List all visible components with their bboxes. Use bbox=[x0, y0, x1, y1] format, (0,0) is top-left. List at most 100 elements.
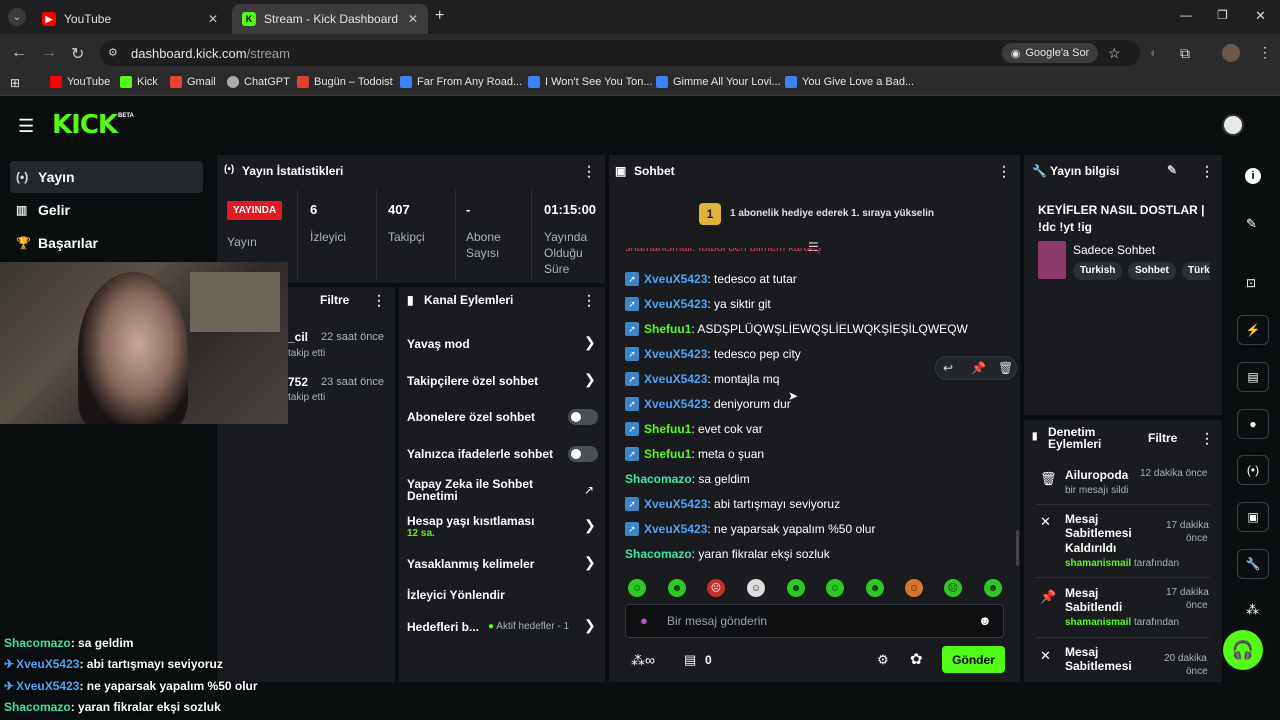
chat-username[interactable]: Shefuu1 bbox=[644, 422, 691, 436]
mod-item-by-user[interactable]: shamanismail bbox=[1065, 558, 1131, 569]
chat-message[interactable]: ➚ Shefuu1: meta o şuan bbox=[625, 445, 764, 463]
microphone-icon[interactable]: ● bbox=[640, 613, 648, 628]
bookmark-todoist[interactable]: Bugün – Todoist bbox=[297, 76, 393, 88]
chat-message[interactable]: ➚ XveuX5423: deniyorum dur bbox=[625, 395, 791, 413]
activity-menu-icon[interactable]: ⋮ bbox=[372, 292, 386, 309]
chat-message[interactable]: ➚ XveuX5423: tedesco at tutar bbox=[625, 270, 797, 288]
maximize-icon[interactable]: ❐ bbox=[1217, 8, 1228, 22]
edit-icon[interactable]: ✎ bbox=[1167, 163, 1177, 177]
chat-message[interactable]: ➚ XveuX5423: abi tartışmayı seviyoruz bbox=[625, 495, 840, 513]
bookmark-gmail[interactable]: Gmail bbox=[170, 76, 216, 88]
emote-only-toggle[interactable] bbox=[568, 446, 598, 462]
stats-menu-icon[interactable]: ⋮ bbox=[582, 163, 596, 180]
chat-message[interactable]: ➚ XveuX5423: tedesco pep city bbox=[625, 345, 801, 363]
extensions-puzzle-icon[interactable]: ⧉ bbox=[1180, 45, 1190, 62]
ai-moderation-row[interactable]: Yapay Zeka ile Sohbet Denetimi bbox=[407, 478, 557, 502]
pin-icon[interactable]: 📌 bbox=[971, 361, 986, 375]
chat-message[interactable]: ➚ Shefuu1: ASDŞPLÜQWŞLİEWQŞLİELWQKŞİEŞİLQ… bbox=[625, 320, 968, 338]
chest-icon[interactable]: ▤ bbox=[684, 652, 696, 668]
edit-icon[interactable]: ✎ bbox=[1246, 216, 1257, 232]
tag-pill[interactable]: Türk bbox=[1182, 262, 1210, 280]
chat-username[interactable]: XveuX5423 bbox=[644, 347, 707, 361]
activity-filter-button[interactable]: Filtre bbox=[320, 293, 349, 307]
external-link-icon[interactable]: ↗ bbox=[584, 483, 594, 497]
emote-icon[interactable]: ☺ bbox=[628, 579, 646, 597]
tag-pill[interactable]: Turkish bbox=[1073, 262, 1123, 280]
support-headset-button[interactable]: 🎧 bbox=[1223, 630, 1263, 670]
chat-username[interactable]: XveuX5423 bbox=[644, 497, 707, 511]
bookmark-song-1[interactable]: Far From Any Road... bbox=[400, 76, 522, 88]
followers-only-row[interactable]: Takipçilere özel sohbet bbox=[407, 374, 538, 388]
mod-filter-button[interactable]: Filtre bbox=[1148, 431, 1177, 445]
emote-icon[interactable]: ☻ bbox=[668, 579, 686, 597]
chat-username[interactable]: XveuX5423 bbox=[644, 522, 707, 536]
mod-item-by-user[interactable]: shamanismail bbox=[1065, 617, 1131, 628]
emoji-picker-icon[interactable]: ☻ bbox=[978, 613, 992, 628]
activity-user[interactable]: _cil bbox=[288, 330, 308, 344]
chat-username[interactable]: Shacomazo bbox=[625, 547, 692, 561]
apps-grid-icon[interactable]: ⊞ bbox=[10, 76, 20, 90]
chat-settings-icon[interactable]: ⚙ bbox=[877, 652, 889, 668]
site-info-icon[interactable]: ⚙ bbox=[108, 46, 118, 59]
infinity-points-icon[interactable]: ⁂∞ bbox=[631, 652, 655, 669]
profile-avatar[interactable] bbox=[1222, 44, 1240, 62]
kick-logo[interactable]: KICK bbox=[52, 110, 118, 140]
emote-icon[interactable]: ☺ bbox=[826, 579, 844, 597]
stream-info-menu-icon[interactable]: ⋮ bbox=[1200, 163, 1214, 180]
sidebar-item-gelir[interactable]: ▥ Gelir bbox=[10, 194, 203, 226]
ask-google-button[interactable]: ◉ Google'a Sor bbox=[1002, 43, 1098, 63]
screenshot-icon[interactable]: ⊡ bbox=[1246, 276, 1256, 290]
category-name[interactable]: Sadece Sohbet bbox=[1073, 243, 1155, 257]
activity-user[interactable]: 752 bbox=[288, 375, 308, 389]
chevron-right-icon[interactable]: ❯ bbox=[584, 517, 596, 534]
gift-icon[interactable]: ✿ bbox=[910, 650, 923, 668]
banned-words-row[interactable]: Yasaklanmış kelimeler bbox=[407, 557, 534, 571]
close-tab-icon[interactable]: ✕ bbox=[408, 12, 418, 26]
tools-button[interactable]: 🔧 bbox=[1237, 549, 1269, 579]
emote-icon[interactable]: ☺ bbox=[905, 579, 923, 597]
chat-username[interactable]: XveuX5423 bbox=[644, 272, 707, 286]
back-icon[interactable]: ← bbox=[11, 44, 27, 62]
new-tab-button[interactable]: + bbox=[435, 7, 444, 25]
user-avatar[interactable] bbox=[1222, 114, 1244, 136]
chat-scrollbar[interactable] bbox=[1016, 530, 1019, 566]
goals-row[interactable]: Hedefleri b... bbox=[407, 620, 479, 634]
tab-kick-dashboard[interactable]: K Stream - Kick Dashboard ✕ bbox=[232, 4, 428, 34]
notes-button[interactable]: ▤ bbox=[1237, 362, 1269, 392]
send-button[interactable]: Gönder bbox=[942, 646, 1005, 673]
emote-icon[interactable]: ☻ bbox=[787, 579, 805, 597]
bookmark-song-3[interactable]: Gimme All Your Lovi... bbox=[656, 76, 781, 88]
tab-youtube[interactable]: ▶ YouTube ✕ bbox=[32, 4, 228, 34]
chat-username[interactable]: Shacomazo bbox=[625, 472, 692, 486]
extension-icon[interactable]: ◐ bbox=[1150, 45, 1158, 60]
reload-icon[interactable]: ↻ bbox=[71, 44, 84, 64]
emote-icon[interactable]: ☹ bbox=[707, 579, 725, 597]
chat-username[interactable]: XveuX5423 bbox=[644, 397, 707, 411]
chat-message[interactable]: Shacomazo: sa geldim bbox=[625, 470, 750, 488]
bookmark-star-icon[interactable]: ☆ bbox=[1108, 45, 1121, 62]
chevron-right-icon[interactable]: ❯ bbox=[584, 554, 596, 571]
category-thumbnail[interactable] bbox=[1038, 241, 1066, 279]
tag-pill[interactable]: Sohbet bbox=[1128, 262, 1176, 280]
mod-item-user[interactable]: Ailuropoda bbox=[1065, 468, 1128, 482]
chat-username[interactable]: Shefuu1 bbox=[644, 322, 691, 336]
slow-mode-row[interactable]: Yavaş mod bbox=[407, 337, 470, 351]
chat-message[interactable]: Shacomazo: yaran fikralar ekşi sozluk bbox=[625, 545, 830, 563]
bookmark-song-2[interactable]: I Won't See You Ton... bbox=[528, 76, 653, 88]
bookmark-chatgpt[interactable]: ChatGPT bbox=[227, 76, 290, 88]
chat-message[interactable]: ➚ Shefuu1: evet cok var bbox=[625, 420, 763, 438]
emote-icon[interactable]: ☻ bbox=[866, 579, 884, 597]
account-age-row[interactable]: Hesap yaşı kısıtlaması bbox=[407, 514, 534, 528]
layout-button[interactable]: ▣ bbox=[1237, 502, 1269, 532]
bookmark-youtube[interactable]: YouTube bbox=[50, 76, 110, 88]
chat-message[interactable]: ➚ XveuX5423: montajla mq bbox=[625, 370, 779, 388]
browser-menu-icon[interactable]: ⋮ bbox=[1258, 44, 1272, 61]
emote-icon[interactable]: ☺ bbox=[747, 579, 765, 597]
sidebar-item-yayin[interactable]: (•) Yayın bbox=[10, 161, 203, 193]
emote-icon[interactable]: ☹ bbox=[944, 579, 962, 597]
chat-username[interactable]: XveuX5423 bbox=[644, 297, 707, 311]
subs-only-toggle[interactable] bbox=[568, 409, 598, 425]
quick-action-button[interactable]: ⚡ bbox=[1237, 315, 1269, 345]
forward-icon[interactable]: → bbox=[41, 44, 57, 62]
more-apps-icon[interactable]: ⁂ bbox=[1246, 602, 1259, 618]
